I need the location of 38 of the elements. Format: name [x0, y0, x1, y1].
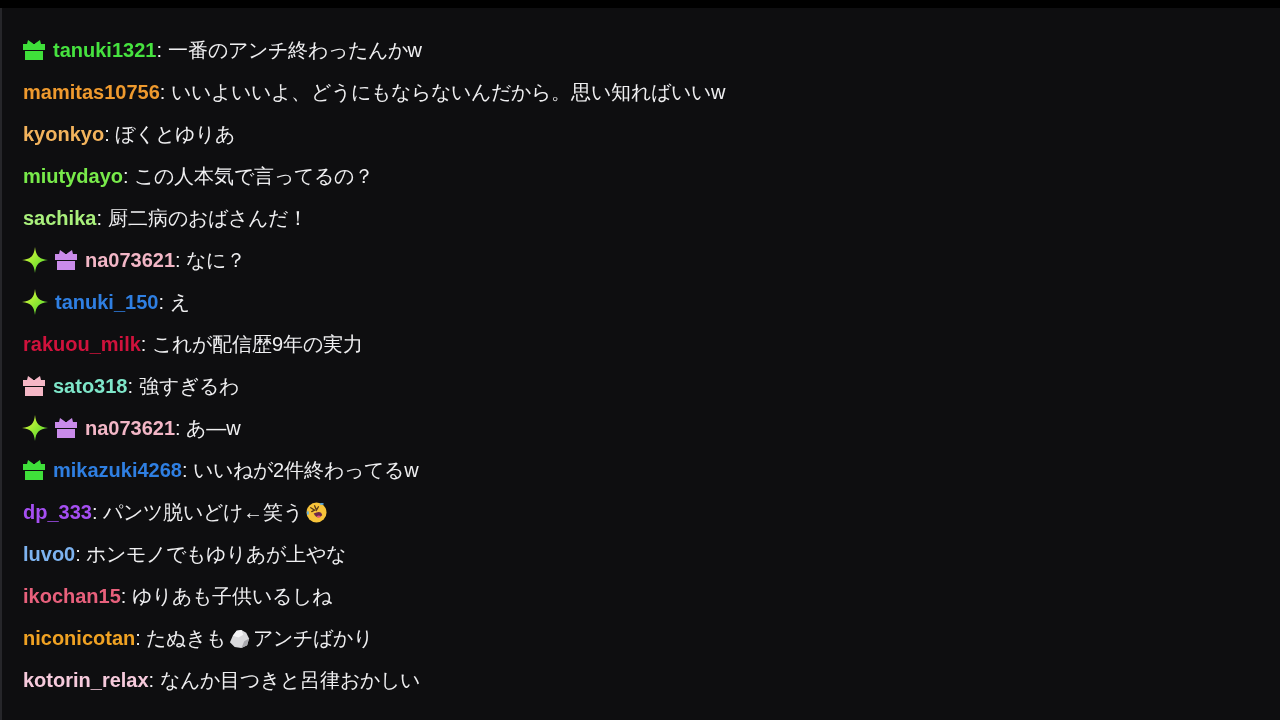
username[interactable]: na073621 — [85, 416, 176, 440]
message-text: : いいねが2件終わってるw — [182, 457, 419, 483]
message-text: : たぬきも — [135, 625, 227, 651]
sparkle-icon — [22, 247, 48, 273]
message-text: : なに？ — [175, 247, 247, 273]
message-text: : え — [158, 289, 190, 315]
username[interactable]: miutydayo — [23, 164, 124, 188]
username[interactable]: mamitas10756 — [23, 80, 160, 104]
message-text: アンチばかり — [253, 625, 374, 651]
message-text: : この人本気で言ってるの？ — [123, 163, 375, 189]
laughing-emoji-icon — [306, 501, 328, 523]
message-text: : 厨二病のおばさんだ！ — [96, 205, 308, 231]
message-text: : 一番のアンチ終わったんかw — [156, 37, 422, 63]
username[interactable]: kyonkyo — [23, 122, 105, 146]
username[interactable]: ikochan15 — [23, 584, 121, 608]
message-text: : これが配信歴9年の実力 — [140, 331, 364, 357]
username[interactable]: tanuki1321 — [53, 38, 157, 62]
message-text: : ぼくとゆりあ — [104, 121, 236, 147]
message-text: : 強すぎるわ — [127, 373, 239, 399]
username[interactable]: niconicotan — [23, 626, 136, 650]
message-text: : いいよいいよ、どうにもならないんだから。思い知ればいいw — [159, 79, 726, 105]
username[interactable]: kotorin_relax — [23, 668, 149, 692]
username[interactable]: mikazuki4268 — [53, 458, 182, 482]
username[interactable]: rakuou_milk — [23, 332, 141, 356]
message-text: : ゆりあも子供いるしね — [120, 583, 332, 609]
message-text: : パンツ脱いどけ←笑う — [91, 499, 304, 525]
username[interactable]: tanuki_150 — [55, 290, 159, 314]
rock-icon — [229, 627, 251, 649]
username[interactable]: sachika — [23, 206, 97, 230]
username[interactable]: dp_333 — [23, 500, 92, 524]
username[interactable]: sato318 — [53, 374, 128, 398]
message-text: : あ—w — [175, 415, 241, 441]
message-text: : ホンモノでもゆりあが上やな — [75, 541, 347, 567]
sparkle-icon — [22, 415, 48, 441]
username[interactable]: luvo0 — [23, 542, 76, 566]
message-text: : なんか目つきと呂律おかしい — [148, 667, 420, 693]
username[interactable]: na073621 — [85, 248, 176, 272]
sparkle-icon — [22, 289, 48, 315]
